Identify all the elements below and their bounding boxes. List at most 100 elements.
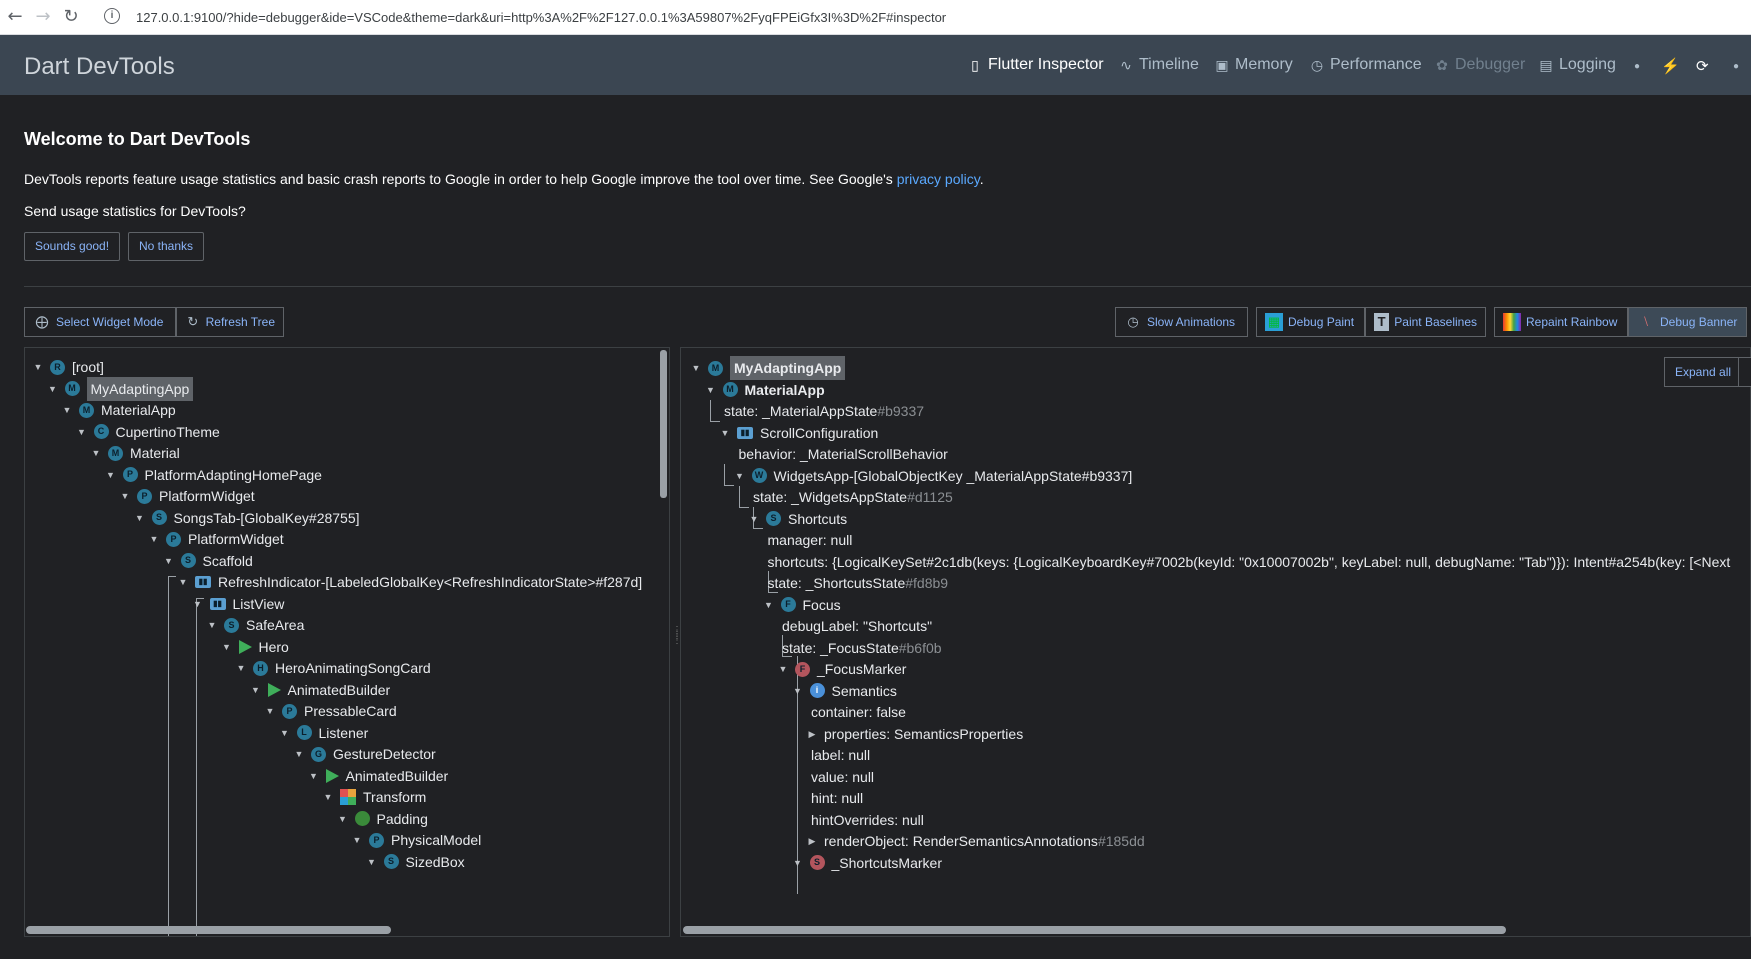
expanded-arrow-icon[interactable]: ▼: [777, 657, 789, 681]
expanded-arrow-icon[interactable]: ▼: [61, 398, 73, 422]
back-icon[interactable]: ←: [4, 6, 26, 28]
expanded-arrow-icon[interactable]: ▼: [250, 678, 262, 702]
site-info-icon[interactable]: i: [104, 8, 120, 24]
widget-tree-row[interactable]: ▼ C CupertinoTheme: [76, 420, 220, 444]
expanded-arrow-icon[interactable]: ▼: [47, 377, 59, 401]
details-tree-node[interactable]: ▼ M MaterialApp: [705, 378, 825, 402]
expanded-arrow-icon[interactable]: ▼: [792, 679, 804, 703]
expanded-arrow-icon[interactable]: ▼: [308, 764, 320, 788]
widget-tree-panel[interactable]: ▼ R [root] ▼ M MyAdaptingApp ▼ M MaterialApp ▼ C Cu…: [24, 347, 670, 937]
widget-tree-row[interactable]: ▼ S Scaffold: [163, 549, 253, 573]
debug-banner-button[interactable]: ⧵ Debug Banner: [1628, 307, 1747, 337]
widget-tree-row[interactable]: ▼ P PhysicalModel: [351, 828, 482, 852]
expanded-arrow-icon[interactable]: ▼: [32, 355, 44, 379]
details-tree-node[interactable]: ▼ S _ShortcutsMarker: [792, 851, 942, 875]
refresh-tree-button[interactable]: ↻ Refresh Tree: [176, 307, 284, 337]
expanded-arrow-icon[interactable]: ▼: [734, 464, 746, 488]
widget-tree-row[interactable]: ▼ AnimatedBuilder: [308, 764, 448, 788]
details-property-row[interactable]: ▶ renderObject: RenderSemanticsAnnotation…: [806, 829, 1145, 853]
widget-tree-row[interactable]: ▼ H HeroAnimatingSongCard: [235, 656, 431, 680]
widget-tree-row[interactable]: ▼ P PlatformWidget: [148, 527, 284, 551]
expanded-arrow-icon[interactable]: ▼: [293, 742, 305, 766]
tab-memory[interactable]: ▣ Memory: [1214, 56, 1292, 74]
privacy-policy-link[interactable]: privacy policy: [897, 171, 980, 187]
tab-timeline[interactable]: ∿ Timeline: [1118, 56, 1199, 74]
reload-icon[interactable]: ↻: [60, 6, 82, 28]
expanded-arrow-icon[interactable]: ▼: [337, 807, 349, 831]
widget-tree-row[interactable]: ▼ Hero: [221, 635, 289, 659]
sounds-good-button[interactable]: Sounds good!: [24, 232, 121, 261]
widget-tree-row[interactable]: ▼ S SafeArea: [206, 613, 305, 637]
widget-tree-row[interactable]: ▼ P PlatformWidget: [119, 484, 255, 508]
expanded-arrow-icon[interactable]: ▼: [192, 592, 204, 616]
debug-paint-button[interactable]: ▦ Debug Paint: [1256, 307, 1365, 337]
expanded-arrow-icon[interactable]: ▼: [221, 635, 233, 659]
expanded-arrow-icon[interactable]: ▼: [351, 828, 363, 852]
widget-tree-row[interactable]: ▼ S SizedBox: [366, 850, 465, 874]
widget-tree-row[interactable]: ▼ M Material: [90, 441, 180, 465]
expanded-arrow-icon[interactable]: ▼: [792, 851, 804, 875]
details-tree-node[interactable]: ▼ ▮▮ ScrollConfiguration: [719, 421, 879, 445]
tab-flutter-inspector[interactable]: ▯ Flutter Inspector: [967, 56, 1103, 74]
expanded-arrow-icon[interactable]: ▼: [748, 507, 760, 531]
expanded-arrow-icon[interactable]: ▼: [105, 463, 117, 487]
slow-animations-button[interactable]: ◷ Slow Animations: [1115, 307, 1248, 337]
horizontal-scrollbar[interactable]: [26, 926, 391, 934]
details-tree-node[interactable]: ▼ M MyAdaptingApp: [690, 356, 846, 380]
expand-all-button[interactable]: Expand all: [1664, 357, 1743, 387]
details-tree-panel[interactable]: ▼ M MyAdaptingApp ▼ M MaterialApp state: _Mate…: [680, 347, 1751, 937]
expanded-arrow-icon[interactable]: ▼: [206, 613, 218, 637]
vertical-scrollbar[interactable]: [660, 350, 667, 498]
paint-baselines-button[interactable]: T Paint Baselines: [1365, 307, 1486, 337]
details-tree-node[interactable]: ▼ F Focus: [763, 593, 841, 617]
expanded-arrow-icon[interactable]: ▼: [177, 570, 189, 594]
bolt-icon[interactable]: ⚡: [1661, 57, 1680, 75]
widget-tree-row[interactable]: ▼ ▮▮ ListView: [192, 592, 284, 616]
details-tree-node[interactable]: ▼ W WidgetsApp-[GlobalObjectKey _MaterialA…: [734, 464, 1132, 488]
details-property-row[interactable]: ▶ properties: SemanticsProperties: [806, 722, 1024, 746]
collapse-all-button[interactable]: [1738, 357, 1751, 387]
no-thanks-button[interactable]: No thanks: [128, 232, 205, 261]
tab-performance[interactable]: ◷ Performance: [1309, 56, 1422, 74]
collapsed-arrow-icon[interactable]: ▶: [806, 722, 818, 746]
widget-tree-row[interactable]: ▼ AnimatedBuilder: [250, 678, 390, 702]
widget-tree-row[interactable]: ▼ P PlatformAdaptingHomePage: [105, 463, 322, 487]
split-handle[interactable]: ⋮ ⋮ ⋮: [672, 626, 682, 658]
expanded-arrow-icon[interactable]: ▼: [76, 420, 88, 444]
expanded-arrow-icon[interactable]: ▼: [366, 850, 378, 874]
expanded-arrow-icon[interactable]: ▼: [705, 378, 717, 402]
expanded-arrow-icon[interactable]: ▼: [279, 721, 291, 745]
expanded-arrow-icon[interactable]: ▼: [690, 356, 702, 380]
expanded-arrow-icon[interactable]: ▼: [322, 785, 334, 809]
details-tree-node[interactable]: ▼ F _FocusMarker: [777, 657, 907, 681]
expanded-arrow-icon[interactable]: ▼: [119, 484, 131, 508]
expanded-arrow-icon[interactable]: ▼: [763, 593, 775, 617]
widget-tree-row[interactable]: ▼ M MyAdaptingApp: [47, 376, 194, 401]
details-tree-node[interactable]: ▼ S Shortcuts: [748, 507, 848, 531]
select-widget-mode-button[interactable]: ⨁ Select Widget Mode: [24, 307, 176, 337]
expanded-arrow-icon[interactable]: ▼: [148, 527, 160, 551]
expanded-arrow-icon[interactable]: ▼: [134, 506, 146, 530]
address-url[interactable]: 127.0.0.1:9100/?hide=debugger&ide=VSCode…: [136, 10, 946, 25]
tab-logging[interactable]: ▤ Logging: [1538, 56, 1616, 74]
widget-tree-row[interactable]: ▼ P PressableCard: [264, 699, 397, 723]
expanded-arrow-icon[interactable]: ▼: [264, 699, 276, 723]
expanded-arrow-icon[interactable]: ▼: [235, 656, 247, 680]
forward-icon[interactable]: →: [32, 6, 54, 28]
widget-tree-row[interactable]: ▼ ▮▮ RefreshIndicator-[LabeledGlobalKey<Re…: [177, 570, 643, 594]
details-tree-node[interactable]: ▼ i Semantics: [792, 679, 897, 703]
widget-tree-row[interactable]: ▼ Padding: [337, 807, 428, 831]
tab-debugger[interactable]: ✿ Debugger: [1434, 56, 1525, 74]
widget-tree-row[interactable]: ▼ M MaterialApp: [61, 398, 176, 422]
widget-tree-row[interactable]: ▼ R [root]: [32, 355, 104, 379]
hot-restart-icon[interactable]: ⟳: [1696, 57, 1709, 75]
widget-tree-row[interactable]: ▼ G GestureDetector: [293, 742, 436, 766]
expanded-arrow-icon[interactable]: ▼: [163, 549, 175, 573]
expanded-arrow-icon[interactable]: ▼: [90, 441, 102, 465]
repaint-rainbow-button[interactable]: Repaint Rainbow: [1494, 307, 1628, 337]
widget-tree-row[interactable]: ▼ L Listener: [279, 721, 368, 745]
collapsed-arrow-icon[interactable]: ▶: [806, 829, 818, 853]
widget-tree-row[interactable]: ▼ Transform: [322, 785, 426, 809]
address-bar[interactable]: i 127.0.0.1:9100/?hide=debugger&ide=VSCo…: [102, 4, 1742, 30]
expanded-arrow-icon[interactable]: ▼: [719, 421, 731, 445]
